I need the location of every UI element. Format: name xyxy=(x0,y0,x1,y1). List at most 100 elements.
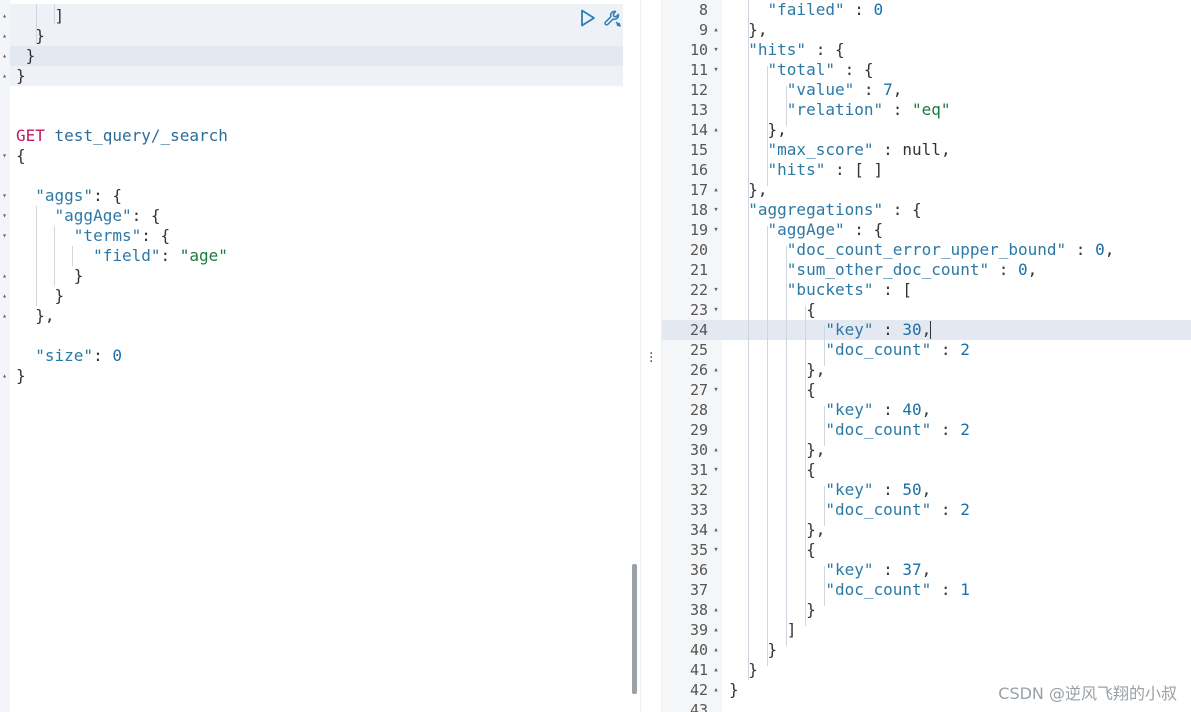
fold-expand-icon[interactable]: ▾ xyxy=(711,300,721,320)
response-viewer[interactable]: 8 "failed" : 0 9 ▴ }, 10 ▾ "hits" : {11 ▾ "to… xyxy=(662,0,1191,712)
code-token: "aggregations" xyxy=(748,200,884,219)
fold-expand-icon[interactable]: ▾ xyxy=(711,380,721,400)
fold-expand-icon[interactable]: ▾ xyxy=(0,146,9,166)
fold-collapse-icon[interactable]: ▴ xyxy=(711,440,721,460)
code-line: "hits" : { xyxy=(729,40,844,60)
fold-collapse-icon[interactable]: ▴ xyxy=(711,620,721,640)
text-cursor xyxy=(930,321,931,339)
code-line: } xyxy=(729,660,758,680)
code-token: }, xyxy=(729,120,787,139)
code-token: } xyxy=(729,680,739,699)
code-line[interactable]: "aggs": { xyxy=(16,186,122,206)
fold-collapse-icon[interactable]: ▴ xyxy=(711,20,721,40)
code-line[interactable]: "size": 0 xyxy=(16,346,122,366)
code-line[interactable]: } xyxy=(16,46,36,66)
code-token: test_query/_search xyxy=(44,126,228,145)
fold-collapse-icon[interactable]: ▴ xyxy=(0,366,9,386)
code-token: }, xyxy=(729,440,826,459)
fold-expand-icon[interactable]: ▾ xyxy=(711,540,721,560)
code-line: "doc_count" : 2 xyxy=(729,340,970,360)
fold-collapse-icon[interactable]: ▴ xyxy=(0,266,9,286)
code-token: } xyxy=(16,286,65,305)
code-token: , xyxy=(921,400,932,419)
code-token: }, xyxy=(729,520,826,539)
fold-collapse-icon[interactable]: ▴ xyxy=(0,26,9,46)
code-line[interactable]: "field": "age" xyxy=(16,246,228,266)
code-line[interactable]: } xyxy=(16,66,26,86)
code-line[interactable]: GET test_query/_search xyxy=(16,126,228,146)
code-token: 0 xyxy=(1095,240,1105,259)
fold-expand-icon[interactable]: ▾ xyxy=(0,206,9,226)
line-number: 29 xyxy=(689,421,708,439)
fold-expand-icon[interactable]: ▾ xyxy=(711,200,721,220)
fold-collapse-icon[interactable]: ▴ xyxy=(711,520,721,540)
fold-collapse-icon[interactable]: ▴ xyxy=(0,6,9,26)
wrench-icon[interactable] xyxy=(603,9,623,29)
fold-collapse-icon[interactable]: ▴ xyxy=(0,46,9,66)
code-token: : { xyxy=(93,186,122,205)
fold-collapse-icon[interactable]: ▴ xyxy=(0,286,9,306)
request-editor[interactable]: ▴ ] ▴ } ▴ } ▴} GET test_query/_search ▾ { ▾ "ag… xyxy=(0,0,640,712)
code-line: } xyxy=(729,600,816,620)
fold-expand-icon[interactable]: ▾ xyxy=(711,460,721,480)
vertical-ellipsis-icon[interactable]: · · · xyxy=(649,347,653,369)
fold-collapse-icon[interactable]: ▴ xyxy=(711,180,721,200)
code-line[interactable]: } xyxy=(16,366,26,386)
play-icon[interactable] xyxy=(580,9,596,27)
code-token: 1 xyxy=(960,580,970,599)
line-number: 25 xyxy=(689,341,708,359)
fold-collapse-icon[interactable]: ▴ xyxy=(711,360,721,380)
code-token: 40 xyxy=(902,400,922,419)
code-line[interactable]: } xyxy=(16,286,65,306)
vertical-scrollbar[interactable] xyxy=(632,564,637,694)
line-number: 38 xyxy=(689,601,708,619)
fold-collapse-icon[interactable]: ▴ xyxy=(0,66,9,86)
code-line: }, xyxy=(729,20,767,40)
fold-expand-icon[interactable]: ▾ xyxy=(711,60,721,80)
code-token: { xyxy=(729,540,816,559)
code-token: : [ xyxy=(873,280,913,299)
code-line: { xyxy=(729,540,816,560)
code-line: "max_score" : null, xyxy=(729,140,951,160)
fold-expand-icon[interactable]: ▾ xyxy=(711,280,721,300)
fold-collapse-icon[interactable]: ▴ xyxy=(711,120,721,140)
fold-expand-icon[interactable]: ▾ xyxy=(711,40,721,60)
fold-collapse-icon[interactable]: ▴ xyxy=(711,600,721,620)
code-line[interactable]: "terms": { xyxy=(16,226,170,246)
code-token: "total" xyxy=(767,60,835,79)
code-token: 2 xyxy=(960,500,970,519)
code-line[interactable]: "aggAge": { xyxy=(16,206,161,226)
line-number: 37 xyxy=(689,581,708,599)
code-token: : xyxy=(931,340,961,359)
fold-collapse-icon[interactable]: ▴ xyxy=(711,680,721,700)
code-line[interactable]: ] xyxy=(16,6,65,26)
fold-collapse-icon[interactable]: ▴ xyxy=(0,306,9,326)
active-line-highlight xyxy=(10,46,623,66)
code-line: "doc_count_error_upper_bound" : 0, xyxy=(729,240,1115,260)
code-line: "value" : 7, xyxy=(729,80,903,100)
code-line[interactable]: } xyxy=(16,266,84,286)
code-token: , xyxy=(1104,240,1115,259)
fold-expand-icon[interactable]: ▾ xyxy=(0,186,9,206)
code-line[interactable]: }, xyxy=(16,306,54,326)
code-line[interactable]: } xyxy=(16,26,45,46)
code-line[interactable]: { xyxy=(16,146,26,166)
fold-expand-icon[interactable]: ▾ xyxy=(0,226,9,246)
fold-collapse-icon[interactable]: ▴ xyxy=(711,660,721,680)
code-token: "doc_count" xyxy=(825,580,932,599)
line-number: 16 xyxy=(689,161,708,179)
fold-collapse-icon[interactable]: ▴ xyxy=(711,640,721,660)
fold-expand-icon[interactable]: ▾ xyxy=(711,220,721,240)
code-token: : [ ] xyxy=(825,160,884,179)
code-token: 37 xyxy=(902,560,922,579)
code-token: : xyxy=(93,346,113,365)
code-token: "doc_count" xyxy=(825,500,932,519)
pane-resizer[interactable]: · · · xyxy=(640,0,662,712)
line-number: 42 xyxy=(689,681,708,699)
